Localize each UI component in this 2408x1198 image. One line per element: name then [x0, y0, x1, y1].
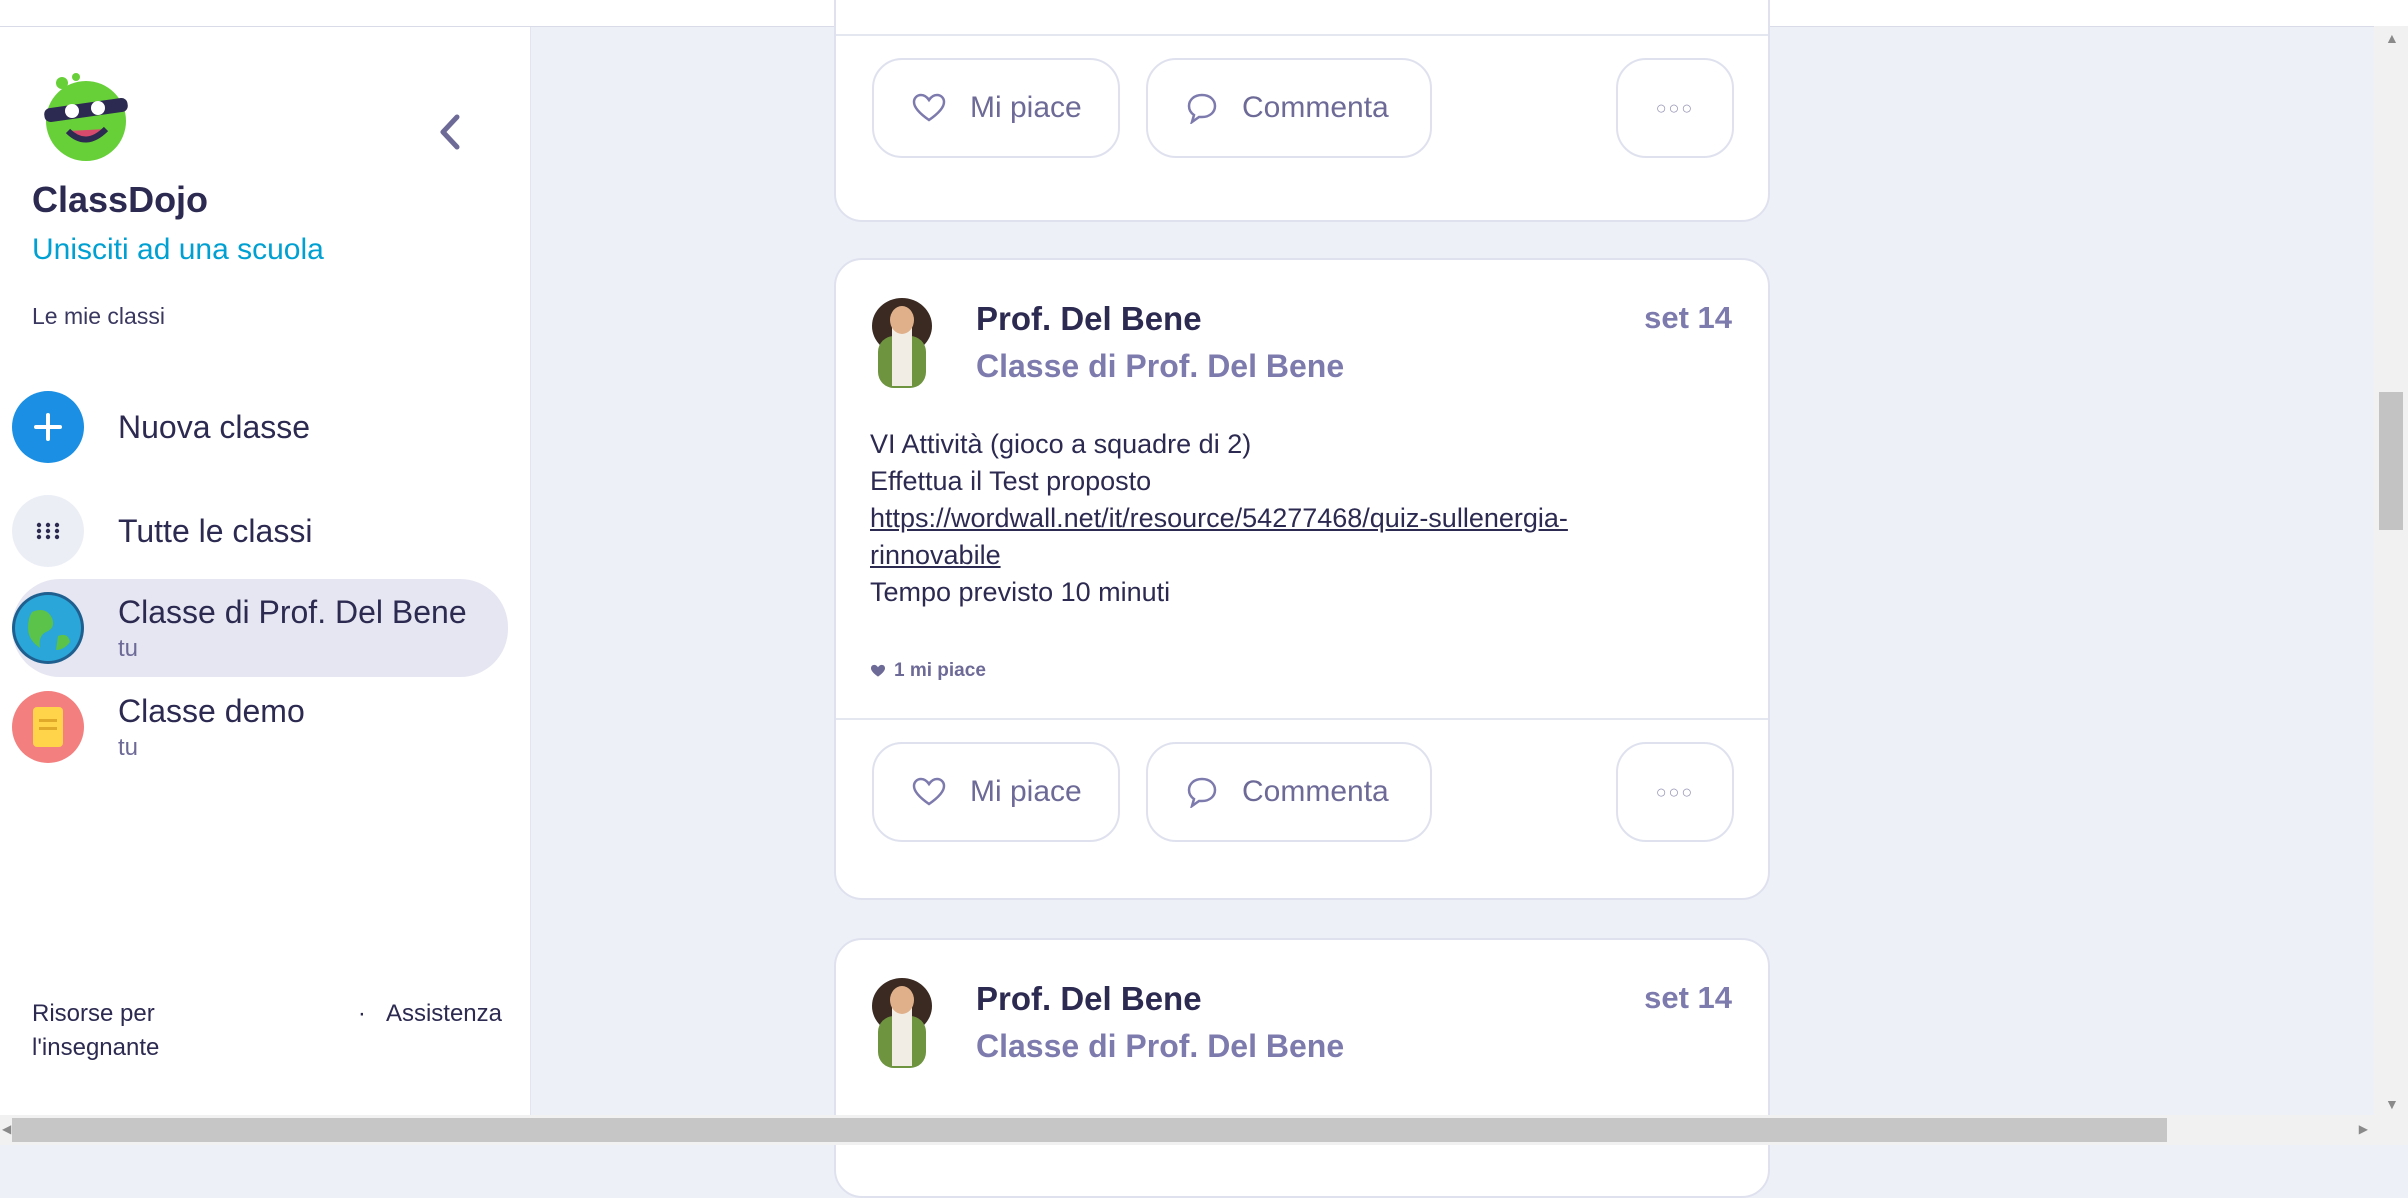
- more-options-button[interactable]: ○○○: [1616, 742, 1734, 842]
- sidebar-item-sub: tu: [118, 634, 139, 662]
- vertical-scrollbar[interactable]: ▲ ▼: [2374, 26, 2408, 1116]
- comment-button[interactable]: Commenta: [1146, 58, 1432, 158]
- vertical-scroll-thumb[interactable]: [2379, 392, 2403, 530]
- brand-name: ClassDojo: [32, 179, 209, 220]
- heart-filled-icon: [871, 664, 885, 677]
- join-school-link[interactable]: Unisciti ad una scuola: [32, 233, 324, 267]
- post-date: set 14: [1644, 300, 1732, 335]
- plus-icon: [12, 391, 84, 463]
- my-classes-heading: Le mie classi: [32, 303, 165, 329]
- post-link[interactable]: https://wordwall.net/it/resource/5427746…: [870, 503, 1568, 570]
- like-button[interactable]: Mi piace: [872, 742, 1120, 842]
- post-author[interactable]: Prof. Del Bene: [976, 300, 1202, 338]
- scroll-down-icon[interactable]: ▼: [2385, 1096, 2399, 1112]
- teacher-avatar: [872, 978, 932, 1068]
- comment-icon: [1186, 92, 1218, 124]
- teacher-resources-link[interactable]: Risorse per l'insegnante: [32, 997, 222, 1065]
- scroll-right-icon[interactable]: ▶: [2359, 1122, 2368, 1136]
- horizontal-scrollbar[interactable]: ◀ ▶: [0, 1115, 2408, 1145]
- comment-icon: [1186, 776, 1218, 808]
- sidebar-item-sub: tu: [118, 733, 139, 761]
- sidebar-item-demo-class[interactable]: Classe demo tu: [12, 683, 508, 771]
- post-class[interactable]: Classe di Prof. Del Bene: [976, 348, 1344, 385]
- more-options-button[interactable]: ○○○: [1616, 58, 1734, 158]
- like-button[interactable]: Mi piace: [872, 58, 1120, 158]
- post-line: Tempo previsto 10 minuti: [870, 577, 1171, 607]
- post-card-previous: Mi piace Commenta ○○○: [834, 0, 1770, 222]
- like-label: Mi piace: [970, 775, 1082, 808]
- sidebar-item-all-classes[interactable]: Tutte le classi: [12, 487, 508, 575]
- post-class[interactable]: Classe di Prof. Del Bene: [976, 1028, 1344, 1065]
- post-author[interactable]: Prof. Del Bene: [976, 980, 1202, 1018]
- sidebar-item-label: Nuova classe: [118, 408, 311, 445]
- grid-dots-icon: [12, 495, 84, 567]
- help-link[interactable]: Assistenza: [386, 1000, 502, 1027]
- sidebar: ClassDojo Unisciti ad una scuola Le mie …: [0, 27, 531, 1115]
- sidebar-footer: Risorse per l'insegnante · Assistenza: [32, 997, 502, 1065]
- post-line: VI Attività (gioco a squadre di 2): [870, 429, 1252, 459]
- globe-icon: [12, 592, 84, 664]
- post-date: set 14: [1644, 980, 1732, 1015]
- heart-outline-icon: [912, 777, 946, 807]
- post-actions: Mi piace Commenta ○○○: [836, 720, 1768, 844]
- comment-label: Commenta: [1242, 775, 1389, 808]
- sidebar-item-label: Tutte le classi: [118, 512, 313, 549]
- more-dots-icon: ○○○: [1655, 781, 1695, 802]
- collapse-sidebar-button[interactable]: [430, 107, 470, 157]
- notebook-icon: [12, 691, 84, 763]
- teacher-avatar: [872, 298, 932, 388]
- post-card: Prof. Del Bene Classe di Prof. Del Bene …: [834, 258, 1770, 900]
- scroll-left-icon[interactable]: ◀: [2, 1122, 11, 1136]
- likes-count[interactable]: 1 mi piace: [870, 660, 986, 682]
- heart-outline-icon: [912, 93, 946, 123]
- sidebar-item-new-class[interactable]: Nuova classe: [12, 383, 508, 471]
- scroll-up-icon[interactable]: ▲: [2385, 30, 2399, 46]
- sidebar-item-label: Classe di Prof. Del Bene: [118, 593, 467, 630]
- chevron-left-icon: [440, 114, 460, 150]
- sidebar-item-class-del-bene[interactable]: Classe di Prof. Del Bene tu: [12, 579, 508, 677]
- comment-label: Commenta: [1242, 91, 1389, 124]
- sidebar-item-label: Classe demo: [118, 692, 305, 729]
- comment-button[interactable]: Commenta: [1146, 742, 1432, 842]
- footer-separator: ·: [357, 1000, 366, 1027]
- more-dots-icon: ○○○: [1655, 97, 1695, 118]
- likes-label: 1 mi piace: [894, 660, 986, 681]
- post-line: Effettua il Test proposto: [870, 466, 1152, 496]
- horizontal-scroll-thumb[interactable]: [12, 1118, 2167, 1142]
- like-label: Mi piace: [970, 91, 1082, 124]
- post-card: Prof. Del Bene Classe di Prof. Del Bene …: [834, 938, 1770, 1198]
- classdojo-logo-icon: [44, 73, 128, 161]
- post-body: VI Attività (gioco a squadre di 2) Effet…: [870, 426, 1730, 611]
- post-actions: Mi piace Commenta ○○○: [836, 36, 1768, 160]
